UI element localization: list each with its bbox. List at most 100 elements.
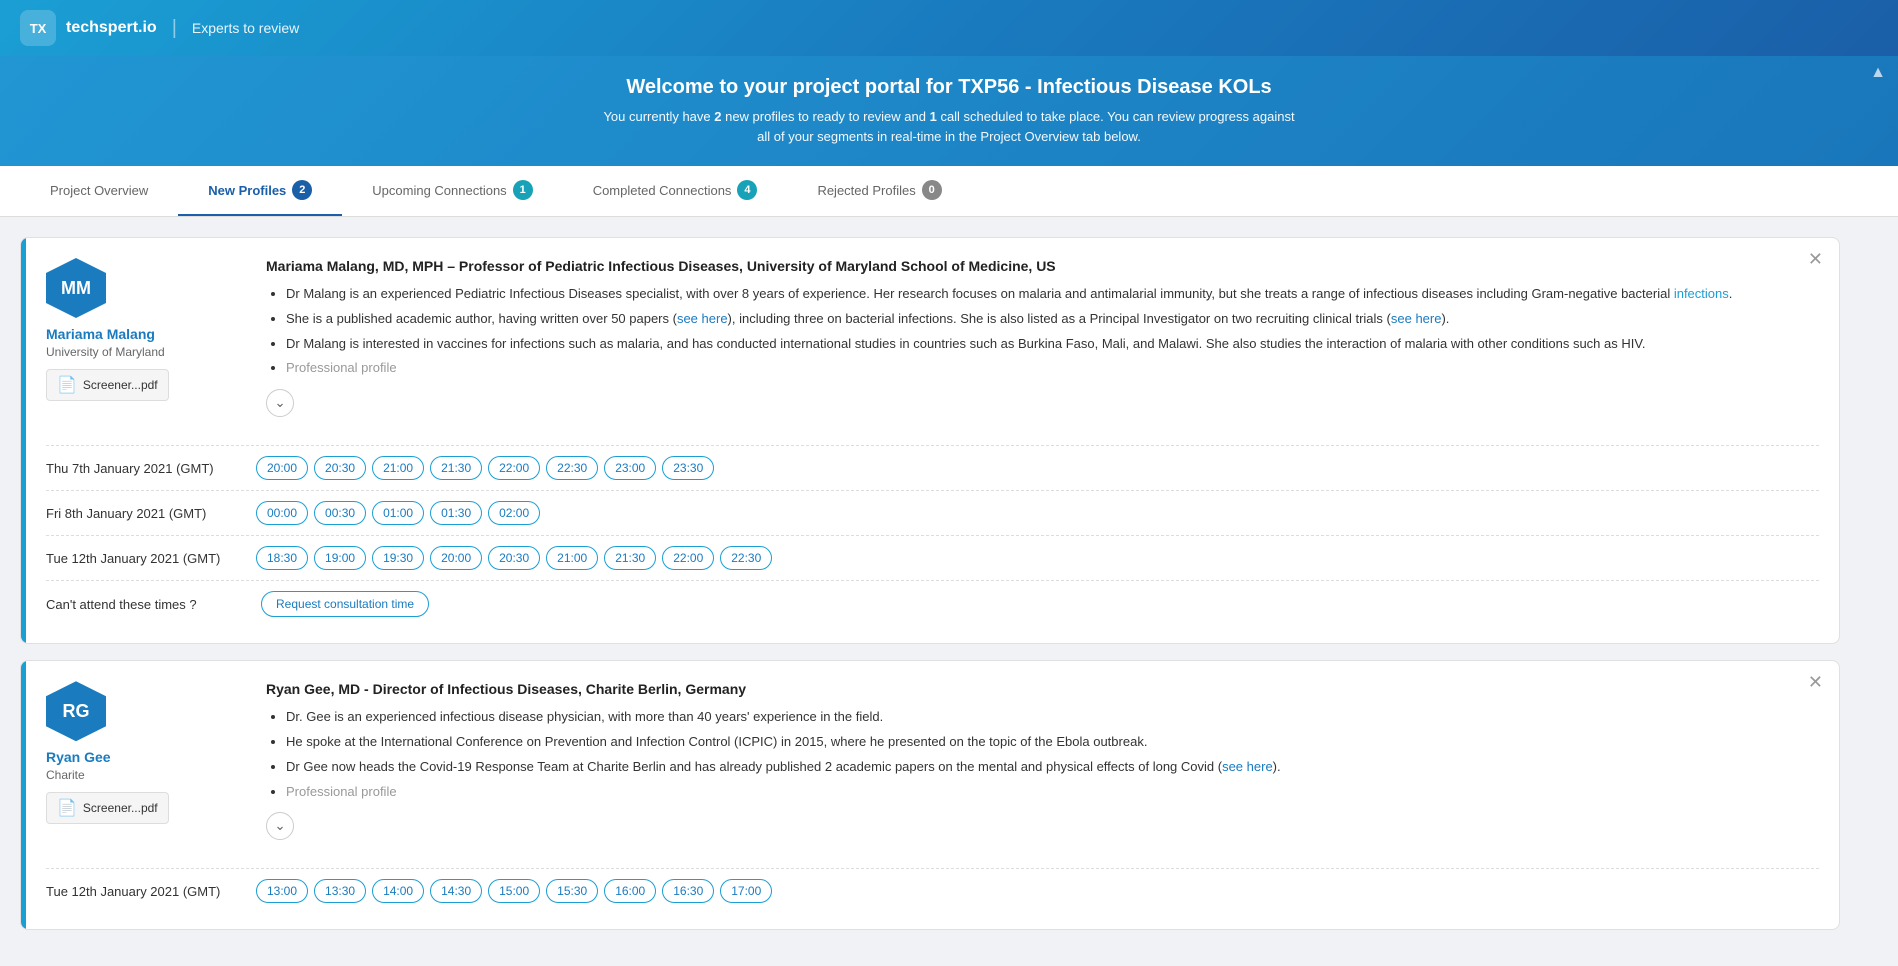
tab-completed-connections[interactable]: Completed Connections 4 xyxy=(563,166,788,216)
link-see-here-0-1b[interactable]: see here xyxy=(1391,311,1442,326)
profile-name-1: Ryan Gee xyxy=(46,749,246,765)
tabs-bar: Project Overview New Profiles 2 Upcoming… xyxy=(0,166,1898,217)
slot-1-0-1[interactable]: 13:30 xyxy=(314,879,366,903)
slot-0-0-4[interactable]: 22:00 xyxy=(488,456,540,480)
cant-attend-label-0: Can't attend these times ? xyxy=(46,597,246,612)
slot-0-0-0[interactable]: 20:00 xyxy=(256,456,308,480)
time-slots-0-0: 20:00 20:30 21:00 21:30 22:00 22:30 23:0… xyxy=(256,456,714,480)
logo-divider: | xyxy=(172,17,177,40)
slot-0-0-5[interactable]: 22:30 xyxy=(546,456,598,480)
tab-new-profiles[interactable]: New Profiles 2 xyxy=(178,166,342,216)
close-button-1[interactable]: ✕ xyxy=(1808,673,1823,691)
tab-completed-connections-badge: 4 xyxy=(737,180,757,200)
profile-headline-1: Ryan Gee, MD - Director of Infectious Di… xyxy=(266,681,1819,697)
profile-sidebar-1: RG Ryan Gee Charite 📄 Screener...pdf xyxy=(46,681,246,848)
slot-0-2-4[interactable]: 20:30 xyxy=(488,546,540,570)
tab-rejected-profiles[interactable]: Rejected Profiles 0 xyxy=(787,166,971,216)
bullet-0-2: Dr Malang is interested in vaccines for … xyxy=(286,334,1819,355)
slot-1-0-7[interactable]: 16:30 xyxy=(662,879,714,903)
time-slots-1-0: 13:00 13:30 14:00 14:30 15:00 15:30 16:0… xyxy=(256,879,772,903)
slot-0-1-1[interactable]: 00:30 xyxy=(314,501,366,525)
profile-bullets-0: Dr Malang is an experienced Pediatric In… xyxy=(266,284,1819,379)
time-label-0-0: Thu 7th January 2021 (GMT) xyxy=(46,461,246,476)
time-label-0-2: Tue 12th January 2021 (GMT) xyxy=(46,551,246,566)
tab-project-overview[interactable]: Project Overview xyxy=(20,169,178,214)
profile-content-1: Ryan Gee, MD - Director of Infectious Di… xyxy=(266,681,1819,848)
expand-button-0[interactable]: ⌄ xyxy=(266,389,294,417)
slot-0-2-5[interactable]: 21:00 xyxy=(546,546,598,570)
tab-rejected-profiles-badge: 0 xyxy=(922,180,942,200)
cant-attend-row-0: Can't attend these times ? Request consu… xyxy=(46,580,1819,627)
expand-button-1[interactable]: ⌄ xyxy=(266,812,294,840)
banner-collapse-button[interactable]: ▲ xyxy=(1870,64,1886,82)
time-label-1-0: Tue 12th January 2021 (GMT) xyxy=(46,884,246,899)
slot-1-0-0[interactable]: 13:00 xyxy=(256,879,308,903)
bullet-1-1: He spoke at the International Conference… xyxy=(286,732,1819,753)
slot-0-2-1[interactable]: 19:00 xyxy=(314,546,366,570)
tab-upcoming-connections-label: Upcoming Connections xyxy=(372,183,506,198)
tab-rejected-profiles-label: Rejected Profiles xyxy=(817,183,915,198)
time-row-1-0: Tue 12th January 2021 (GMT) 13:00 13:30 … xyxy=(46,868,1819,913)
slot-1-0-4[interactable]: 15:00 xyxy=(488,879,540,903)
slot-0-1-3[interactable]: 01:30 xyxy=(430,501,482,525)
card-accent-0 xyxy=(21,238,26,643)
bullet-1-2: Dr Gee now heads the Covid-19 Response T… xyxy=(286,757,1819,778)
tab-upcoming-connections-badge: 1 xyxy=(513,180,533,200)
slot-0-0-1[interactable]: 20:30 xyxy=(314,456,366,480)
main-content: ✕ MM Mariama Malang University of Maryla… xyxy=(0,217,1860,966)
slot-0-2-3[interactable]: 20:00 xyxy=(430,546,482,570)
avatar-0: MM xyxy=(46,258,106,318)
slot-0-2-8[interactable]: 22:30 xyxy=(720,546,772,570)
slot-0-2-2[interactable]: 19:30 xyxy=(372,546,424,570)
slot-0-1-0[interactable]: 00:00 xyxy=(256,501,308,525)
tab-project-overview-label: Project Overview xyxy=(50,183,148,198)
slot-0-2-6[interactable]: 21:30 xyxy=(604,546,656,570)
slot-0-2-0[interactable]: 18:30 xyxy=(256,546,308,570)
logo-icon: TX xyxy=(20,10,56,46)
time-slots-section-1: Tue 12th January 2021 (GMT) 13:00 13:30 … xyxy=(21,868,1839,929)
tab-completed-connections-label: Completed Connections xyxy=(593,183,732,198)
profile-card-0: ✕ MM Mariama Malang University of Maryla… xyxy=(20,237,1840,644)
slot-0-1-2[interactable]: 01:00 xyxy=(372,501,424,525)
bullet-1-0: Dr. Gee is an experienced infectious dis… xyxy=(286,707,1819,728)
slot-1-0-3[interactable]: 14:30 xyxy=(430,879,482,903)
slot-0-1-4[interactable]: 02:00 xyxy=(488,501,540,525)
time-row-0-1: Fri 8th January 2021 (GMT) 00:00 00:30 0… xyxy=(46,490,1819,535)
slot-1-0-8[interactable]: 17:00 xyxy=(720,879,772,903)
banner-subtitle: You currently have 2 new profiles to rea… xyxy=(599,107,1299,146)
time-row-0-2: Tue 12th January 2021 (GMT) 18:30 19:00 … xyxy=(46,535,1819,580)
pdf-icon-0: 📄 xyxy=(57,375,77,395)
slot-0-0-6[interactable]: 23:00 xyxy=(604,456,656,480)
slot-0-2-7[interactable]: 22:00 xyxy=(662,546,714,570)
bullet-1-3: Professional profile xyxy=(286,782,1819,803)
slot-0-0-7[interactable]: 23:30 xyxy=(662,456,714,480)
link-see-here-0-1a[interactable]: see here xyxy=(677,311,728,326)
time-slots-0-1: 00:00 00:30 01:00 01:30 02:00 xyxy=(256,501,540,525)
banner: ▲ Welcome to your project portal for TXP… xyxy=(0,56,1898,166)
slot-0-0-2[interactable]: 21:00 xyxy=(372,456,424,480)
slot-0-0-3[interactable]: 21:30 xyxy=(430,456,482,480)
new-profiles-count: 2 xyxy=(714,109,721,124)
time-row-0-0: Thu 7th January 2021 (GMT) 20:00 20:30 2… xyxy=(46,445,1819,490)
profile-name-0: Mariama Malang xyxy=(46,326,246,342)
profile-institution-1: Charite xyxy=(46,768,246,782)
logo-name: techspert.io xyxy=(66,19,157,37)
slot-1-0-5[interactable]: 15:30 xyxy=(546,879,598,903)
screener-label-1: Screener...pdf xyxy=(83,801,158,815)
pdf-icon-1: 📄 xyxy=(57,798,77,818)
tab-new-profiles-badge: 2 xyxy=(292,180,312,200)
screener-button-0[interactable]: 📄 Screener...pdf xyxy=(46,369,169,401)
logo-subtitle: Experts to review xyxy=(192,20,299,36)
slot-1-0-6[interactable]: 16:00 xyxy=(604,879,656,903)
screener-button-1[interactable]: 📄 Screener...pdf xyxy=(46,792,169,824)
calls-count: 1 xyxy=(930,109,937,124)
tab-new-profiles-label: New Profiles xyxy=(208,183,286,198)
tab-upcoming-connections[interactable]: Upcoming Connections 1 xyxy=(342,166,562,216)
close-button-0[interactable]: ✕ xyxy=(1808,250,1823,268)
screener-label-0: Screener...pdf xyxy=(83,378,158,392)
profile-institution-0: University of Maryland xyxy=(46,345,246,359)
request-consultation-button-0[interactable]: Request consultation time xyxy=(261,591,429,617)
slot-1-0-2[interactable]: 14:00 xyxy=(372,879,424,903)
link-see-here-1-2[interactable]: see here xyxy=(1222,759,1273,774)
logo-area: TX techspert.io | Experts to review xyxy=(20,10,299,46)
